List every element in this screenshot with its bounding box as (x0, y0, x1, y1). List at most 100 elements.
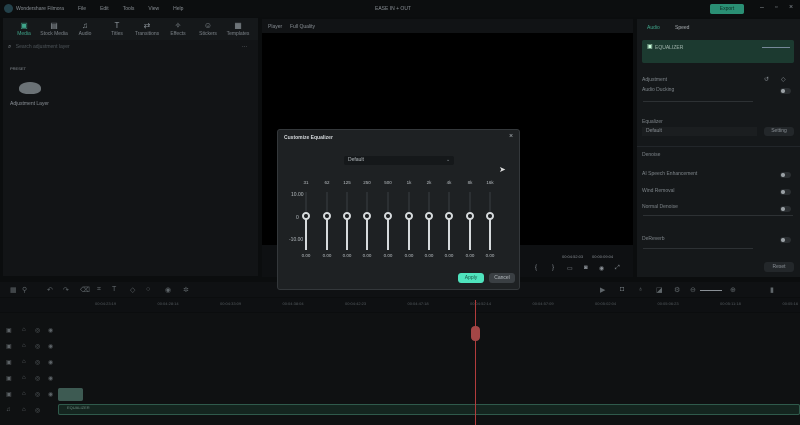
timeline-ruler[interactable] (0, 298, 800, 312)
band-slider-handle[interactable] (343, 212, 351, 220)
mute-icon[interactable]: ◉ (48, 327, 53, 334)
tab-audio[interactable]: ♫ Audio (70, 21, 100, 37)
menu-file[interactable]: File (78, 6, 86, 12)
tab-titles[interactable]: T Titles (102, 21, 132, 37)
crop-icon[interactable]: ◇ (130, 286, 135, 294)
fullscreen-icon[interactable]: ⤢ (615, 265, 620, 272)
undo-icon[interactable]: ↶ (47, 286, 53, 294)
apply-button[interactable]: Apply (458, 273, 484, 283)
mute-icon[interactable]: ◉ (48, 391, 53, 398)
text-icon[interactable]: T (112, 286, 116, 293)
search-input[interactable]: ⌕ Search adjustment layer ··· (8, 44, 248, 54)
magnet-icon[interactable]: ⚲ (22, 286, 27, 294)
wind-removal-toggle[interactable] (780, 189, 791, 195)
playhead[interactable] (475, 300, 476, 425)
audio-icon[interactable]: ◉ (599, 265, 604, 272)
minimize-icon[interactable]: – (760, 4, 764, 11)
band-slider-handle[interactable] (384, 212, 392, 220)
mute-icon[interactable]: ◉ (48, 359, 53, 366)
tab-stock-media[interactable]: ▤ Stock Media (39, 21, 69, 37)
band-slider-handle[interactable] (363, 212, 371, 220)
mute-icon[interactable]: ◉ (48, 343, 53, 350)
eq-preset-select[interactable]: Default ⌄ (344, 156, 454, 165)
tab-transitions[interactable]: ⇄ Transitions (132, 21, 162, 37)
cancel-button[interactable]: Cancel (489, 273, 515, 283)
rotate-icon[interactable]: ○ (146, 286, 150, 293)
band-slider-handle[interactable] (425, 212, 433, 220)
audio-clip[interactable]: EQUALIZER (58, 404, 800, 415)
settings-icon[interactable]: ⚙ (674, 286, 680, 294)
reset-section-icon[interactable]: ↺ (764, 76, 769, 83)
mute-icon[interactable]: ◉ (48, 375, 53, 382)
visibility-icon[interactable]: ◎ (35, 375, 40, 382)
menu-tools[interactable]: Tools (123, 6, 135, 12)
visibility-icon[interactable]: ◎ (35, 343, 40, 350)
zoom-slider[interactable] (700, 290, 722, 291)
dereverb-slider[interactable] (643, 248, 753, 249)
lock-icon[interactable]: ⌂ (22, 391, 26, 397)
tab-speed[interactable]: Speed (675, 25, 689, 31)
split-icon[interactable]: ▶ (600, 286, 605, 294)
ai-speech-toggle[interactable] (780, 172, 791, 178)
speed-icon[interactable]: ✲ (183, 286, 189, 294)
zoom-in-icon[interactable]: ⊕ (730, 286, 736, 294)
layout-icon[interactable]: ▮ (770, 286, 774, 294)
tab-audio[interactable]: Audio (647, 25, 660, 31)
quality-select[interactable]: Full Quality (290, 24, 315, 30)
lock-icon[interactable]: ⌂ (22, 343, 26, 349)
equalizer-setting-button[interactable]: Setting (764, 127, 794, 136)
band-slider-handle[interactable] (405, 212, 413, 220)
playhead-handle[interactable] (471, 326, 480, 341)
mask-icon[interactable]: ◉ (165, 286, 171, 294)
lock-icon[interactable]: ⌂ (22, 359, 26, 365)
effect-strength-slider[interactable] (762, 47, 790, 48)
tab-stickers[interactable]: ☺ Stickers (193, 21, 223, 37)
audio-ducking-toggle[interactable] (780, 88, 791, 94)
crop-icon[interactable]: ⌗ (97, 286, 101, 294)
visibility-icon[interactable]: ◎ (35, 327, 40, 334)
band-slider-handle[interactable] (323, 212, 331, 220)
band-slider-handle[interactable] (445, 212, 453, 220)
visibility-icon[interactable]: ◎ (35, 359, 40, 366)
mic-icon[interactable]: ♁ (638, 286, 643, 293)
dereverb-toggle[interactable] (780, 237, 791, 243)
menu-view[interactable]: View (148, 6, 159, 12)
more-options-icon[interactable]: ··· (242, 44, 247, 50)
menu-edit[interactable]: Edit (100, 6, 109, 12)
mark-out-icon[interactable]: } (552, 265, 554, 271)
band-slider-handle[interactable] (466, 212, 474, 220)
visibility-icon[interactable]: ◎ (35, 391, 40, 398)
zoom-out-icon[interactable]: ⊖ (690, 286, 696, 294)
snapshot-icon[interactable]: ◙ (584, 265, 588, 271)
sticker-icon[interactable]: ◪ (656, 286, 663, 294)
export-button[interactable]: Export (710, 4, 744, 14)
lock-icon[interactable]: ⌂ (22, 375, 26, 381)
mark-in-icon[interactable]: { (535, 265, 537, 271)
keyframe-icon[interactable]: ◇ (781, 76, 786, 83)
lock-icon[interactable]: ⌂ (22, 407, 26, 413)
tab-templates[interactable]: ▦ Templates (223, 21, 253, 37)
band-slider-handle[interactable] (486, 212, 494, 220)
lock-icon[interactable]: ⌂ (22, 327, 26, 333)
audio-ducking-slider[interactable] (643, 101, 753, 102)
delete-icon[interactable]: ⌫ (80, 286, 90, 294)
equalizer-card[interactable]: ▣ EQUALIZER (642, 40, 794, 63)
close-window-icon[interactable]: × (789, 4, 793, 11)
normal-denoise-toggle[interactable] (780, 206, 791, 212)
menu-help[interactable]: Help (173, 6, 183, 12)
equalizer-preset-select[interactable]: Default (642, 127, 757, 136)
band-slider-handle[interactable] (302, 212, 310, 220)
display-icon[interactable]: ▭ (567, 265, 573, 272)
tab-media[interactable]: ▣ Media (9, 21, 39, 37)
reset-button[interactable]: Reset (764, 262, 794, 272)
close-dialog-icon[interactable]: × (509, 133, 513, 140)
visibility-icon[interactable]: ◎ (35, 407, 40, 414)
tab-effects[interactable]: ✧ Effects (163, 21, 193, 37)
grid-icon[interactable]: ▦ (10, 286, 17, 294)
normal-denoise-slider[interactable] (643, 215, 793, 216)
video-clip[interactable] (58, 388, 83, 401)
redo-icon[interactable]: ↷ (63, 286, 69, 294)
shield-icon[interactable]: ◘ (620, 286, 624, 293)
adjustment-layer-thumbnail[interactable] (19, 82, 41, 94)
maximize-icon[interactable]: ▫ (775, 4, 777, 11)
